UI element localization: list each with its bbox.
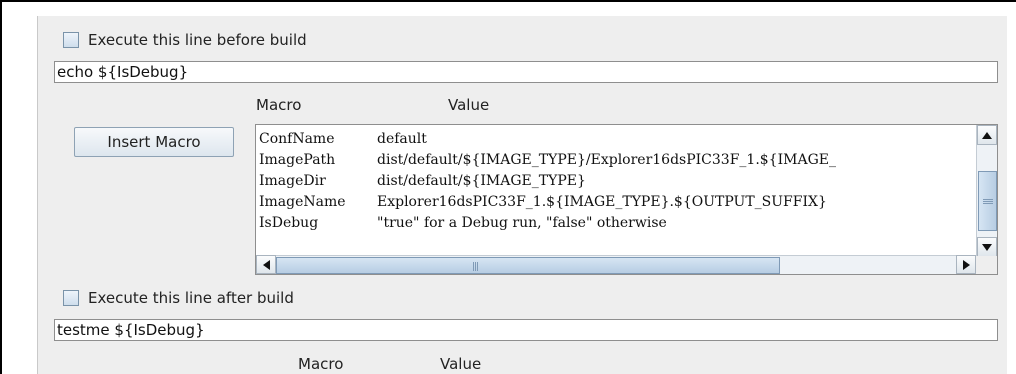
after-build-option[interactable]: Execute this line after build — [63, 287, 294, 309]
macro-value: dist/default/${IMAGE_TYPE}/Explorer16dsP… — [377, 152, 836, 168]
macro-value: default — [377, 131, 427, 147]
after-macro-column-header: Macro — [298, 355, 344, 373]
after-build-command-field[interactable]: testme ${IsDebug} — [54, 319, 998, 341]
macro-row[interactable]: ImageDir dist/default/${IMAGE_TYPE} — [256, 171, 976, 192]
vertical-scroll-thumb[interactable] — [978, 171, 997, 231]
macro-list[interactable]: ConfName default ImagePath dist/default/${I… — [255, 124, 998, 275]
macro-column-header: Macro — [256, 96, 302, 114]
before-build-label: Execute this line before build — [88, 31, 307, 49]
macro-name: ImageName — [259, 194, 346, 210]
macro-row[interactable]: IsDebug "true" for a Debug run, "false" o… — [256, 213, 976, 234]
horizontal-scrollbar[interactable] — [256, 255, 976, 274]
insert-macro-button[interactable]: Insert Macro — [74, 127, 234, 157]
macro-name: ConfName — [259, 131, 335, 147]
horizontal-scroll-thumb[interactable] — [276, 257, 780, 274]
scroll-corner — [976, 256, 997, 274]
arrow-left-icon[interactable] — [256, 255, 276, 274]
macro-value: Explorer16dsPIC33F_1.${IMAGE_TYPE}.${OUT… — [377, 194, 827, 210]
before-build-command-field[interactable]: echo ${IsDebug} — [54, 61, 998, 83]
macro-value: dist/default/${IMAGE_TYPE} — [377, 173, 586, 189]
after-build-label: Execute this line after build — [88, 289, 294, 307]
before-build-option[interactable]: Execute this line before build — [63, 29, 307, 51]
after-build-checkbox[interactable] — [63, 290, 79, 306]
macro-row[interactable]: ImagePath dist/default/${IMAGE_TYPE}/Expl… — [256, 150, 976, 171]
arrow-up-icon[interactable] — [977, 125, 997, 145]
macro-value: "true" for a Debug run, "false" otherwis… — [377, 215, 667, 231]
arrow-down-icon[interactable] — [977, 237, 997, 257]
before-build-checkbox[interactable] — [63, 32, 79, 48]
macro-name: IsDebug — [259, 215, 319, 231]
vertical-scrollbar[interactable] — [976, 125, 997, 257]
macro-name: ImageDir — [259, 173, 326, 189]
arrow-right-icon[interactable] — [956, 255, 976, 274]
macro-name: ImagePath — [259, 152, 336, 168]
macro-row[interactable]: ImageName Explorer16dsPIC33F_1.${IMAGE_TY… — [256, 192, 976, 213]
macro-list-rows: ConfName default ImagePath dist/default/${I… — [256, 129, 976, 255]
after-value-column-header: Value — [440, 355, 482, 373]
macro-row[interactable]: ConfName default — [256, 129, 976, 150]
value-column-header: Value — [448, 96, 490, 114]
panel-divider — [37, 16, 38, 374]
